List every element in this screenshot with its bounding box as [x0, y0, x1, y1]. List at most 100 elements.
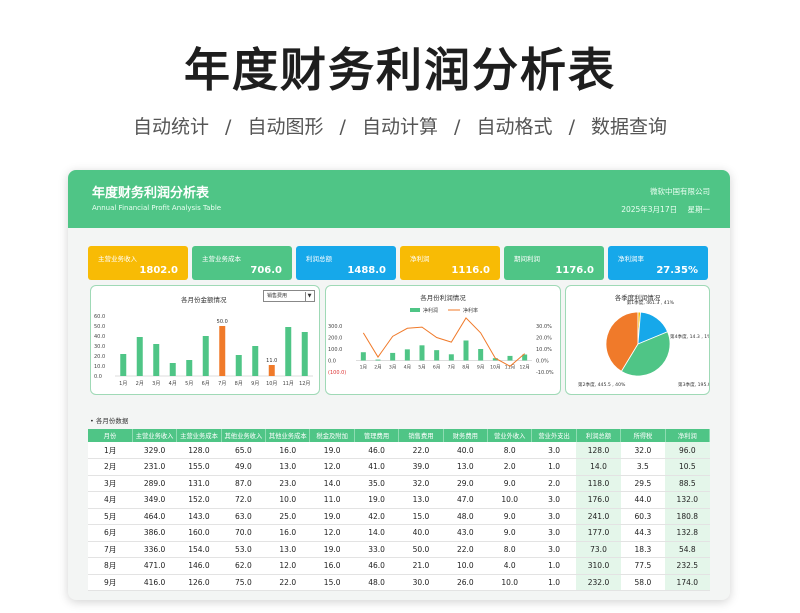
table-cell[interactable]: 96.0 [665, 442, 710, 459]
table-cell[interactable]: 47.0 [443, 491, 488, 509]
table-cell[interactable]: 464.0 [132, 508, 177, 525]
table-cell[interactable]: 88.5 [665, 475, 710, 492]
table-cell[interactable]: 232.0 [576, 574, 621, 591]
table-cell[interactable]: 1月 [88, 442, 133, 459]
table-cell[interactable]: 143.0 [176, 508, 222, 525]
table-cell[interactable]: 13.0 [398, 491, 444, 509]
table-cell[interactable]: 53.0 [221, 541, 266, 558]
table-cell[interactable]: 2.0 [531, 475, 577, 492]
table-cell[interactable]: 10.0 [265, 491, 310, 509]
table-cell[interactable]: 10.0 [487, 491, 532, 509]
table-cell[interactable]: 87.0 [221, 475, 266, 492]
table-cell[interactable]: 8.0 [487, 442, 532, 459]
table-cell[interactable]: 46.0 [354, 442, 399, 459]
table-cell[interactable]: 19.0 [309, 442, 355, 459]
table-cell[interactable]: 132.8 [665, 524, 710, 542]
table-cell[interactable]: 310.0 [576, 557, 621, 575]
table-cell[interactable]: 62.0 [221, 557, 266, 575]
table-cell[interactable]: 3月 [88, 475, 133, 492]
table-cell[interactable]: 1.0 [531, 458, 577, 476]
table-cell[interactable]: 8月 [88, 557, 133, 575]
table-cell[interactable]: 40.0 [443, 442, 488, 459]
table-cell[interactable]: 26.0 [443, 574, 488, 591]
table-cell[interactable]: 19.0 [309, 508, 355, 525]
table-cell[interactable]: 13.0 [443, 458, 488, 476]
table-cell[interactable]: 16.0 [265, 524, 310, 542]
table-cell[interactable]: 41.0 [354, 458, 399, 476]
table-cell[interactable]: 13.0 [265, 541, 310, 558]
table-cell[interactable]: 5月 [88, 508, 133, 525]
table-cell[interactable]: 22.0 [443, 541, 488, 558]
table-cell[interactable]: 3.0 [531, 524, 577, 542]
table-cell[interactable]: 63.0 [221, 508, 266, 525]
table-cell[interactable]: 1.0 [531, 574, 577, 591]
table-cell[interactable]: 2.0 [487, 458, 532, 476]
table-cell[interactable]: 126.0 [176, 574, 222, 591]
table-cell[interactable]: 3.0 [531, 491, 577, 509]
table-cell[interactable]: 11.0 [309, 491, 355, 509]
table-cell[interactable]: 349.0 [132, 491, 177, 509]
table-cell[interactable]: 10.5 [665, 458, 710, 476]
table-cell[interactable]: 50.0 [398, 541, 444, 558]
table-cell[interactable]: 146.0 [176, 557, 222, 575]
table-cell[interactable]: 21.0 [398, 557, 444, 575]
table-cell[interactable]: 32.0 [620, 442, 666, 459]
table-cell[interactable]: 9月 [88, 574, 133, 591]
table-cell[interactable]: 8.0 [487, 541, 532, 558]
table-cell[interactable]: 118.0 [576, 475, 621, 492]
table-cell[interactable]: 3.0 [531, 508, 577, 525]
table-cell[interactable]: 329.0 [132, 442, 177, 459]
table-cell[interactable]: 42.0 [354, 508, 399, 525]
table-cell[interactable]: 4月 [88, 491, 133, 509]
table-cell[interactable]: 9.0 [487, 475, 532, 492]
table-cell[interactable]: 22.0 [398, 442, 444, 459]
table-cell[interactable]: 48.0 [443, 508, 488, 525]
table-cell[interactable]: 2月 [88, 458, 133, 476]
table-cell[interactable]: 9.0 [487, 524, 532, 542]
table-cell[interactable]: 25.0 [265, 508, 310, 525]
table-cell[interactable]: 18.3 [620, 541, 666, 558]
table-cell[interactable]: 3.0 [531, 541, 577, 558]
table-cell[interactable]: 33.0 [354, 541, 399, 558]
table-cell[interactable]: 154.0 [176, 541, 222, 558]
table-cell[interactable]: 16.0 [309, 557, 355, 575]
table-cell[interactable]: 128.0 [176, 442, 222, 459]
table-cell[interactable]: 22.0 [265, 574, 310, 591]
table-cell[interactable]: 12.0 [265, 557, 310, 575]
table-cell[interactable]: 46.0 [354, 557, 399, 575]
table-cell[interactable]: 152.0 [176, 491, 222, 509]
table-cell[interactable]: 176.0 [576, 491, 621, 509]
table-cell[interactable]: 386.0 [132, 524, 177, 542]
table-cell[interactable]: 13.0 [265, 458, 310, 476]
table-cell[interactable]: 54.8 [665, 541, 710, 558]
table-cell[interactable]: 15.0 [309, 574, 355, 591]
table-cell[interactable]: 10.0 [443, 557, 488, 575]
table-cell[interactable]: 128.0 [576, 442, 621, 459]
table-cell[interactable]: 336.0 [132, 541, 177, 558]
table-cell[interactable]: 49.0 [221, 458, 266, 476]
table-cell[interactable]: 174.0 [665, 574, 710, 591]
table-cell[interactable]: 70.0 [221, 524, 266, 542]
table-cell[interactable]: 3.0 [531, 442, 577, 459]
table-cell[interactable]: 32.0 [398, 475, 444, 492]
table-cell[interactable]: 14.0 [309, 475, 355, 492]
table-cell[interactable]: 14.0 [354, 524, 399, 542]
table-cell[interactable]: 12.0 [309, 458, 355, 476]
table-cell[interactable]: 73.0 [576, 541, 621, 558]
table-cell[interactable]: 1.0 [531, 557, 577, 575]
table-cell[interactable]: 4.0 [487, 557, 532, 575]
table-cell[interactable]: 9.0 [487, 508, 532, 525]
table-cell[interactable]: 30.0 [398, 574, 444, 591]
table-cell[interactable]: 44.3 [620, 524, 666, 542]
table-cell[interactable]: 160.0 [176, 524, 222, 542]
table-cell[interactable]: 29.0 [443, 475, 488, 492]
table-cell[interactable]: 43.0 [443, 524, 488, 542]
table-cell[interactable]: 75.0 [221, 574, 266, 591]
table-cell[interactable]: 77.5 [620, 557, 666, 575]
table-cell[interactable]: 12.0 [309, 524, 355, 542]
table-cell[interactable]: 29.5 [620, 475, 666, 492]
table-cell[interactable]: 231.0 [132, 458, 177, 476]
table-cell[interactable]: 19.0 [354, 491, 399, 509]
table-cell[interactable]: 6月 [88, 524, 133, 542]
table-cell[interactable]: 58.0 [620, 574, 666, 591]
